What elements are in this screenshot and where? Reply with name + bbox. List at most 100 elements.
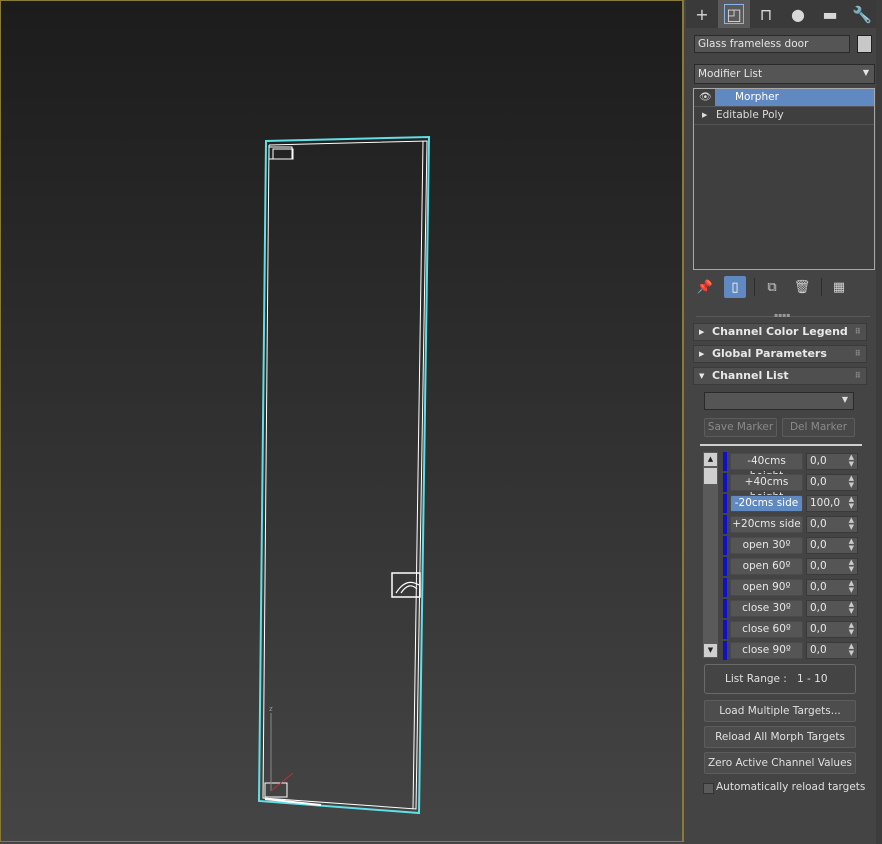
scroll-up-icon[interactable]: ▲ [704,453,717,466]
channel-row[interactable]: +40cms height 0,0 ▲▼ [723,473,858,503]
viewport[interactable]: z [0,0,684,842]
spinner-arrows-icon[interactable]: ▲ ▼ [849,559,854,573]
channel-row[interactable]: open 90º 0,0 ▲ ▼ [723,578,858,597]
show-end-result-icon[interactable]: ▯ [724,276,746,298]
channel-color-bar [723,557,727,576]
spinner-arrows-icon[interactable]: ▲ ▼ [849,622,854,636]
channel-value-spinner[interactable]: 0,0 ▲ ▼ [806,537,858,554]
channel-color-bar [723,473,727,492]
channel-row[interactable]: -20cms side 100,0 ▲ ▼ [723,494,858,513]
channel-name-button[interactable]: +20cms side [730,516,803,533]
channel-value-spinner[interactable]: 0,0 ▲ ▼ [806,621,858,638]
scroll-down-icon[interactable]: ▼ [704,644,717,657]
channel-value-spinner[interactable]: 0,0 ▲ ▼ [806,600,858,617]
channel-color-bar [723,452,727,471]
list-range-value: 1 - 10 [797,673,828,685]
stack-item-editable-poly[interactable]: ▶ Editable Poly [694,107,874,125]
stack-item-morpher[interactable]: 👁 Morpher [694,89,874,107]
drag-handle-icon[interactable]: ⠿ [855,346,861,362]
spinner-arrows-icon[interactable]: ▲ ▼ [849,643,854,657]
channel-name-button[interactable]: -40cms height [730,453,803,482]
rollout-channel-color-legend[interactable]: ▶ Channel Color Legend ⠿ [693,323,867,341]
channel-row[interactable]: open 60º 0,0 ▲ ▼ [723,557,858,576]
spinner-arrows-icon[interactable]: ▲ ▼ [849,517,854,531]
rollout-channel-list[interactable]: ▼ Channel List ⠿ [693,367,867,385]
channel-value-spinner[interactable]: 0,0 ▲ ▼ [806,558,858,575]
channel-value-spinner[interactable]: 0,0 ▲ ▼ [806,474,858,491]
object-color-swatch[interactable] [857,35,872,53]
zero-active-channel-values-button[interactable]: Zero Active Channel Values [704,752,856,774]
create-icon[interactable]: + [686,0,718,28]
spinner-arrows-icon[interactable]: ▲ ▼ [849,580,854,594]
channel-row[interactable]: -40cms height 0,0 ▲▼ [723,452,858,482]
channel-color-bar [723,578,727,597]
motion-icon[interactable]: ● [782,0,814,28]
channel-name-button[interactable]: +40cms height [730,474,803,503]
remove-modifier-icon[interactable]: 🗑 [791,276,813,298]
object-name-field[interactable]: Glass frameless door [694,35,850,53]
channel-value-spinner[interactable]: 0,0 ▲ ▼ [806,516,858,533]
channel-row[interactable]: +20cms side 0,0 ▲ ▼ [723,515,858,534]
spinner-arrows-icon[interactable]: ▲ ▼ [849,538,854,552]
drag-handle-icon[interactable]: ⠿ [855,368,861,384]
stack-item-label: Editable Poly [716,109,784,121]
auto-reload-checkbox[interactable] [703,783,714,794]
utilities-icon[interactable]: 🔧 [846,0,878,28]
toolbar-separator [754,278,755,296]
save-marker-button[interactable]: Save Marker [704,418,777,437]
channel-name-button[interactable]: open 30º [730,537,803,554]
channel-value-spinner[interactable]: 0,0 ▲ ▼ [806,579,858,596]
reload-all-morph-targets-button[interactable]: Reload All Morph Targets [704,726,856,748]
channel-color-bar [723,494,727,513]
collapse-triangle-icon: ▼ [699,372,705,380]
spinner-arrows-icon[interactable]: ▲ ▼ [849,475,854,489]
channel-name-button[interactable]: open 60º [730,558,803,575]
list-range-label: List Range : [725,673,787,685]
channel-color-bar [723,536,727,555]
command-panel: + ◰ ⊓ ● ▬ 🔧 Glass frameless door Modifie… [686,0,882,844]
channel-name-button[interactable]: open 90º [730,579,803,596]
door-object[interactable] [257,135,431,815]
spinner-arrows-icon[interactable]: ▲ ▼ [849,454,854,468]
modifier-stack: 👁 Morpher ▶ Editable Poly [693,88,875,270]
eye-icon[interactable]: 👁 [699,89,712,106]
channel-scrollbar[interactable]: ▲ ▼ [703,452,718,658]
channel-row[interactable]: open 30º 0,0 ▲ ▼ [723,536,858,555]
channel-value: 0,0 [810,602,827,614]
stack-toolbar: 📌 ▯ ⧉ 🗑 ▦ [694,276,858,298]
viewport-scene: z [257,135,431,815]
modify-tab[interactable]: ◰ [718,0,750,28]
channel-name-button[interactable]: close 60º [730,621,803,638]
display-icon[interactable]: ▬ [814,0,846,28]
make-unique-icon[interactable]: ⧉ [761,276,783,298]
del-marker-button[interactable]: Del Marker [782,418,855,437]
channel-value: 100,0 [810,497,841,509]
panel-scrollbar[interactable] [876,0,882,844]
channel-value-spinner[interactable]: 0,0 ▲ ▼ [806,453,858,470]
channel-name-button[interactable]: close 30º [730,600,803,617]
hinge-bottom [264,782,288,798]
hierarchy-icon[interactable]: ⊓ [750,0,782,28]
pin-stack-icon[interactable]: 📌 [694,276,716,298]
rollout-global-parameters[interactable]: ▶ Global Parameters ⠿ [693,345,867,363]
channel-value: 0,0 [810,644,827,656]
marker-dropdown[interactable]: ▼ [704,392,854,410]
drag-handle-icon[interactable]: ⠿ [855,324,861,340]
spinner-arrows-icon[interactable]: ▲ ▼ [849,496,854,510]
channel-name-button[interactable]: -20cms side [730,495,803,512]
configure-modifier-sets-icon[interactable]: ▦ [828,276,850,298]
channel-value: 0,0 [810,455,827,467]
channel-name-button[interactable]: close 90º [730,642,803,659]
spinner-arrows-icon[interactable]: ▲ ▼ [849,601,854,615]
channel-row[interactable]: close 90º 0,0 ▲ ▼ [723,641,858,660]
channel-row[interactable]: close 60º 0,0 ▲ ▼ [723,620,858,639]
scroll-thumb[interactable] [704,468,717,484]
hinge-top-inner [272,148,294,160]
handle-detail [395,581,420,594]
channel-value-spinner[interactable]: 0,0 ▲ ▼ [806,642,858,659]
modifier-list-dropdown[interactable]: Modifier List ▼ [694,64,875,84]
load-multiple-targets-button[interactable]: Load Multiple Targets... [704,700,856,722]
channel-value-spinner[interactable]: 100,0 ▲ ▼ [806,495,858,512]
resize-grip-icon[interactable]: ▪▪▪▪ [774,312,790,319]
channel-row[interactable]: close 30º 0,0 ▲ ▼ [723,599,858,618]
